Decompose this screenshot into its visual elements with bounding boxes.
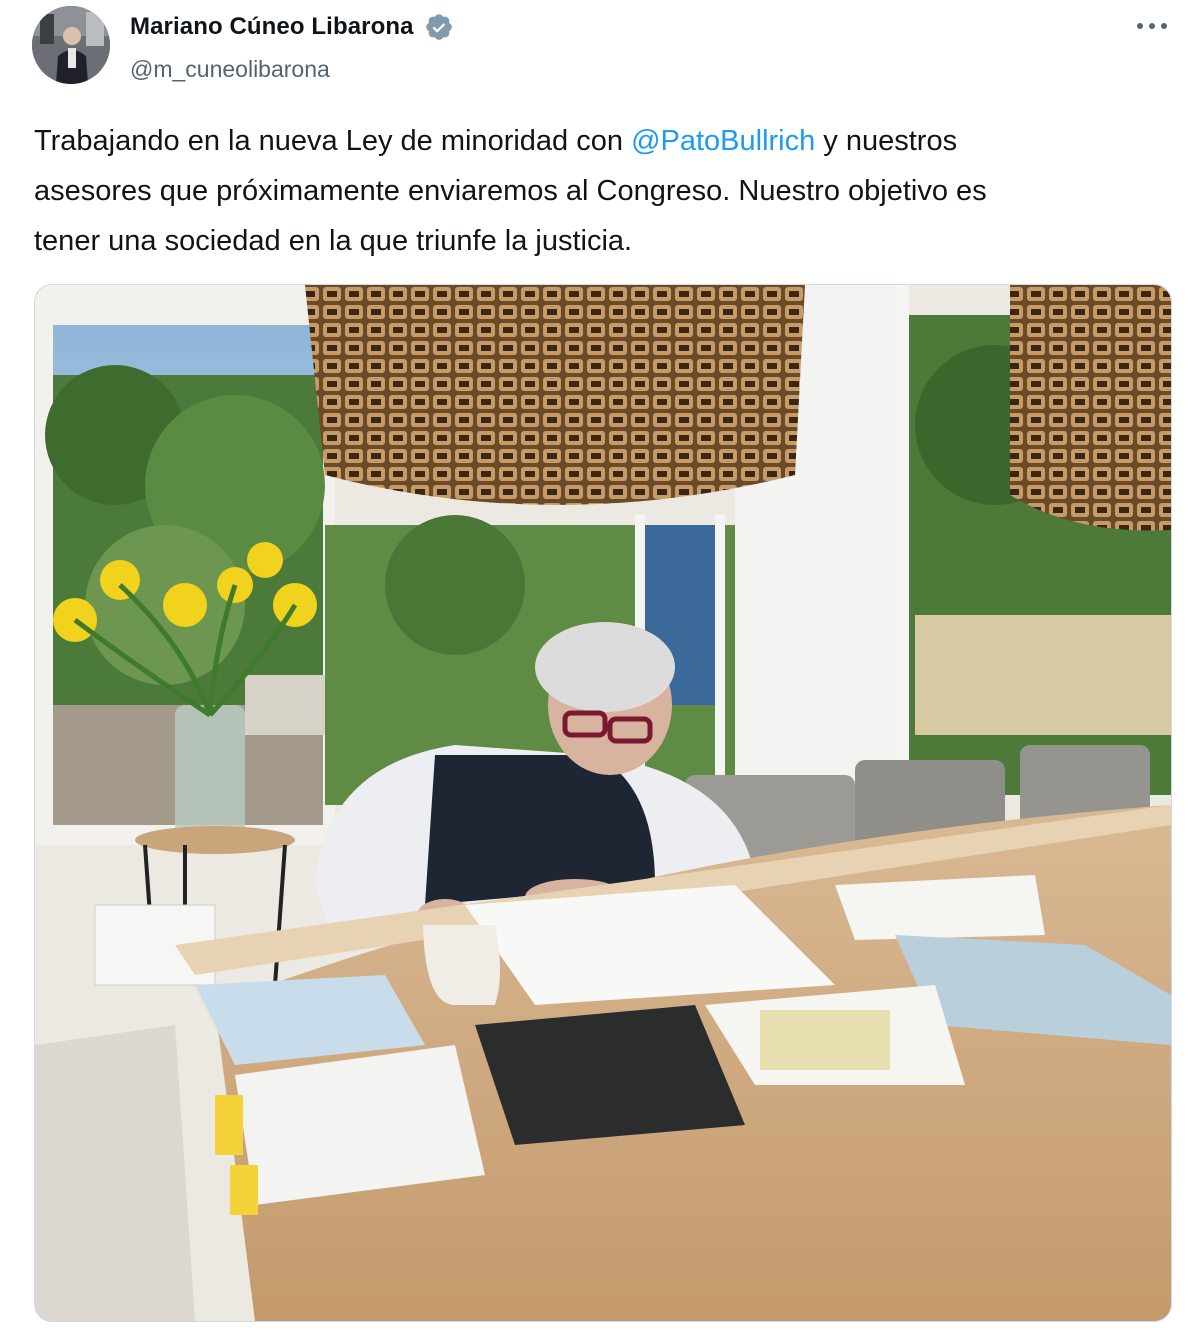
tweet-card[interactable]: Mariano Cúneo Libarona @m_cuneolibarona … xyxy=(0,0,1200,1332)
more-options-icon[interactable] xyxy=(1132,14,1172,38)
photo-man-writing-at-table xyxy=(35,285,1171,1321)
verified-badge-icon xyxy=(424,12,454,42)
author-handle[interactable]: @m_cuneolibarona xyxy=(130,56,330,83)
tweet-photo[interactable] xyxy=(34,284,1172,1322)
avatar[interactable] xyxy=(32,6,110,84)
mention-link[interactable]: @PatoBullrich xyxy=(631,125,815,157)
author-name[interactable]: Mariano Cúneo Libarona xyxy=(130,13,414,41)
tweet-text-part: Trabajando en la nueva Ley de minoridad … xyxy=(34,125,632,157)
tweet-text: Trabajando en la nueva Ley de minoridad … xyxy=(34,116,1174,266)
